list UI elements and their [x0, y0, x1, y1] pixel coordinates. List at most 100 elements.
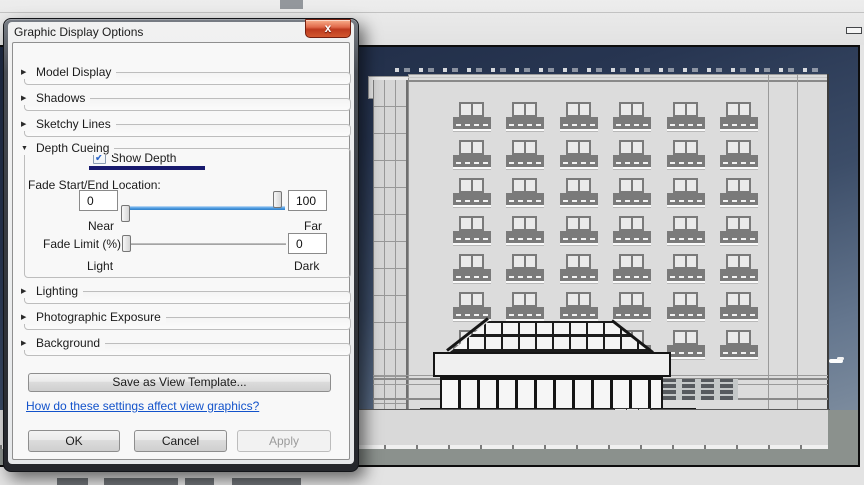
window-balcony-unit [560, 254, 598, 281]
fade-limit-input[interactable]: 0 [288, 233, 327, 254]
window-pair [619, 178, 644, 193]
window-balcony-unit [667, 140, 705, 167]
apply-button[interactable]: Apply [237, 430, 331, 452]
section-label: Lighting [36, 284, 79, 298]
window-balcony-unit [453, 216, 491, 243]
balcony [720, 117, 758, 129]
chevron-right-icon: ▶ [21, 95, 27, 102]
window-balcony-unit [560, 140, 598, 167]
save-as-view-template-button[interactable]: Save as View Template... [28, 373, 331, 392]
minimized-window-button[interactable] [846, 27, 862, 34]
chevron-right-icon: ▶ [21, 121, 27, 128]
section-shadows[interactable]: ▶ Shadows [18, 91, 351, 113]
ok-button[interactable]: OK [28, 430, 120, 452]
balcony [720, 307, 758, 319]
window-balcony-unit [613, 178, 651, 205]
entrance-fascia [433, 352, 671, 377]
far-value-input[interactable]: 100 [288, 190, 327, 211]
chevron-right-icon: ▶ [21, 288, 27, 295]
window-pair [726, 178, 751, 193]
window-pair [673, 102, 698, 117]
fade-near-handle[interactable] [121, 205, 130, 222]
window-pair [459, 140, 484, 155]
balcony [506, 155, 544, 167]
window-balcony-unit [613, 216, 651, 243]
entrance-colonnade [440, 376, 663, 410]
close-icon[interactable]: x [305, 19, 351, 38]
section-label: Sketchy Lines [36, 117, 111, 131]
balcony [613, 155, 651, 167]
window-balcony-unit [667, 330, 705, 357]
window-pair [726, 140, 751, 155]
window-balcony-unit [667, 254, 705, 281]
balcony [560, 117, 598, 129]
window-balcony-unit [506, 178, 544, 205]
window-balcony-unit [667, 292, 705, 319]
window-balcony-unit [453, 102, 491, 129]
balcony [506, 231, 544, 243]
window-pair [459, 254, 484, 269]
fade-limit-label: Fade Limit (%): [43, 237, 125, 251]
window-balcony-unit [667, 178, 705, 205]
section-depth-cueing[interactable]: ▼ Depth Cueing [18, 141, 115, 155]
dialog-title: Graphic Display Options [14, 25, 144, 39]
cancel-button[interactable]: Cancel [134, 430, 227, 452]
window-pair [512, 216, 537, 231]
window-balcony-unit [667, 102, 705, 129]
window-balcony-unit [453, 254, 491, 281]
section-lighting[interactable]: ▶ Lighting [18, 284, 351, 306]
chevron-right-icon: ▶ [21, 340, 27, 347]
window-pair [619, 102, 644, 117]
section-background[interactable]: ▶ Background [18, 336, 351, 358]
facade-column-line [768, 74, 769, 410]
window-balcony-unit [613, 140, 651, 167]
balcony [560, 155, 598, 167]
window-pair [673, 140, 698, 155]
section-photographic-exposure[interactable]: ▶ Photographic Exposure [18, 310, 351, 332]
window-pair [566, 140, 591, 155]
balcony [667, 193, 705, 205]
section-model-display[interactable]: ▶ Model Display [18, 65, 351, 87]
window-pair [512, 178, 537, 193]
window-balcony-unit [613, 292, 651, 319]
section-label: Background [36, 336, 101, 350]
balcony [667, 231, 705, 243]
window-balcony-unit [560, 178, 598, 205]
fade-far-handle[interactable] [273, 191, 282, 208]
section-sketchy-lines[interactable]: ▶ Sketchy Lines [18, 117, 351, 139]
window-balcony-unit [720, 216, 758, 243]
window-pair [566, 216, 591, 231]
window-pair [673, 216, 698, 231]
parapet-line [408, 74, 828, 75]
balcony [667, 345, 705, 357]
facade-column-line [797, 74, 798, 410]
dark-label: Dark [294, 259, 320, 273]
window-pair [566, 292, 591, 307]
balcony [667, 307, 705, 319]
window-pair [673, 254, 698, 269]
chevron-right-icon: ▶ [21, 314, 27, 321]
statusbar-fragment [104, 478, 178, 485]
near-value-input[interactable]: 0 [79, 190, 118, 211]
window-balcony-unit [613, 102, 651, 129]
section-label: Photographic Exposure [36, 310, 161, 324]
window-balcony-unit [720, 178, 758, 205]
annotation-underline [89, 166, 205, 170]
viewport-right-border [858, 45, 860, 467]
window-pair [619, 292, 644, 307]
window-pair [673, 292, 698, 307]
window-pair [566, 102, 591, 117]
fade-range-slider-track[interactable] [123, 206, 285, 210]
window-pair [619, 216, 644, 231]
help-link[interactable]: How do these settings affect view graphi… [26, 399, 259, 413]
window-balcony-unit [453, 292, 491, 319]
fade-limit-slider-track[interactable] [129, 243, 286, 245]
window-balcony-unit [720, 330, 758, 357]
window-balcony-unit [506, 216, 544, 243]
fade-limit-handle[interactable] [122, 235, 131, 252]
balcony [720, 231, 758, 243]
window-pair [566, 178, 591, 193]
balcony [453, 269, 491, 281]
balcony [667, 117, 705, 129]
show-depth-label: Show Depth [111, 151, 177, 165]
